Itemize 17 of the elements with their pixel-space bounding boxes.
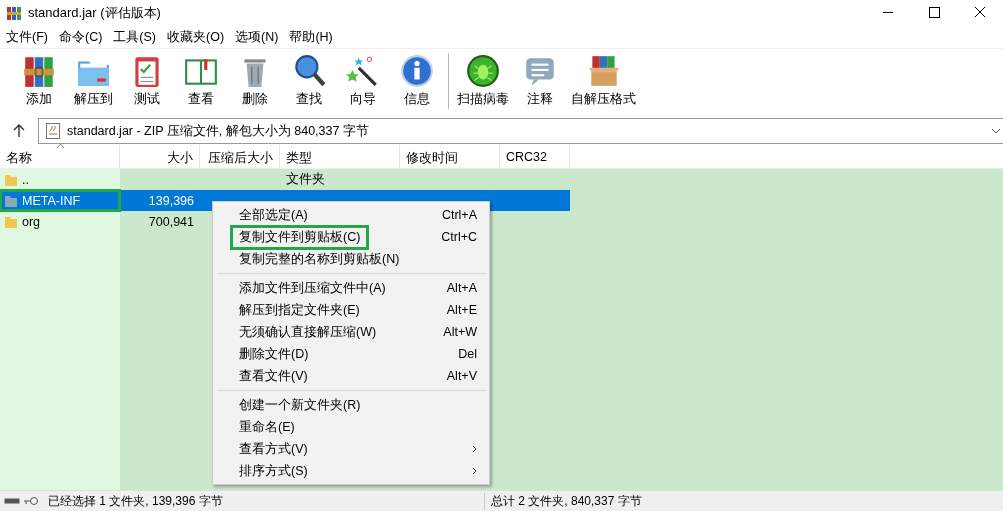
file-name: .. [22,172,29,187]
shortcut-text: Alt+E [446,303,477,317]
address-text: standard.jar - ZIP 压缩文件, 解包大小为 840,337 字节 [67,122,370,140]
table-cell-text: 文件夹 [285,171,326,188]
file-name: org [22,214,41,229]
window-title: standard.jar (评估版本) [28,4,162,22]
shortcut-text: Alt+V [446,369,477,383]
shortcut-text: Alt+W [443,325,477,339]
shortcut-text: Ctrl+C [441,230,477,244]
shortcut-text: Ctrl+A [441,208,477,222]
status-text: 总计 2 文件夹, 840,337 字节 [490,492,642,510]
shortcut-text: Del [458,347,477,361]
table-cell-text: 139,396 [147,193,195,208]
shortcut-text: Alt+A [446,281,477,295]
status-text: 已经选择 1 文件夹, 139,396 字节 [48,492,223,510]
file-name: META-INF [22,193,81,208]
table-cell-text: 700,941 [147,214,195,229]
